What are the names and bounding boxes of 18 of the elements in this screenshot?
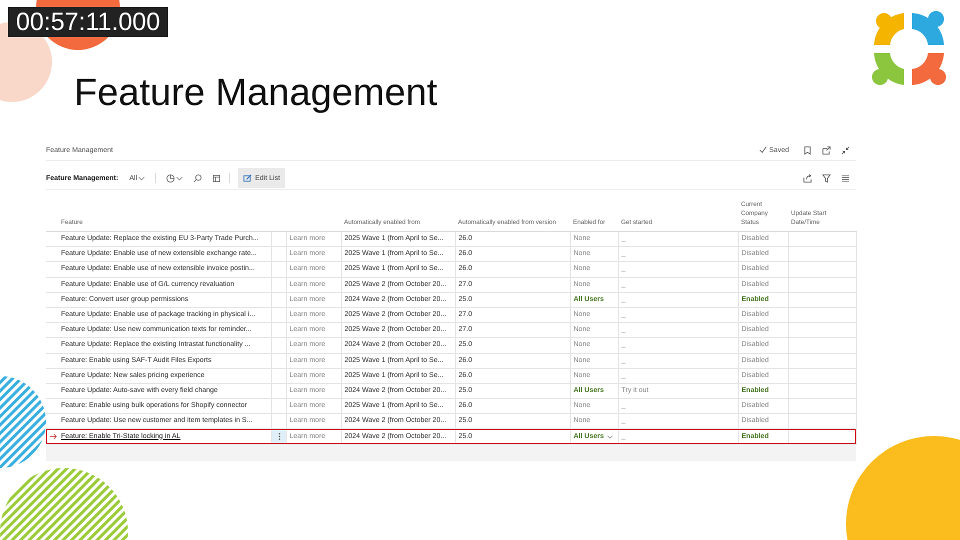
checkmark-icon	[759, 146, 768, 154]
search-icon[interactable]	[193, 174, 202, 182]
edit-icon	[243, 174, 252, 182]
bookmark-icon[interactable]	[803, 146, 812, 154]
share-icon[interactable]	[803, 174, 812, 182]
layout-icon[interactable]	[212, 174, 222, 182]
caret-icon	[606, 434, 613, 440]
collapse-icon[interactable]	[841, 146, 850, 154]
caret-icon	[176, 174, 184, 182]
list-icon[interactable]	[841, 174, 850, 182]
row-arrow-icon	[49, 432, 58, 442]
filter-icon[interactable]	[822, 174, 831, 182]
open-in-new-window-icon[interactable]	[822, 146, 831, 154]
slide-title: Feature Management	[74, 71, 438, 116]
pie-chart-icon	[166, 174, 176, 182]
caret-icon	[138, 174, 146, 182]
video-timecode: 00:57:11.000	[8, 7, 168, 37]
analysis-dropdown[interactable]	[164, 172, 186, 184]
